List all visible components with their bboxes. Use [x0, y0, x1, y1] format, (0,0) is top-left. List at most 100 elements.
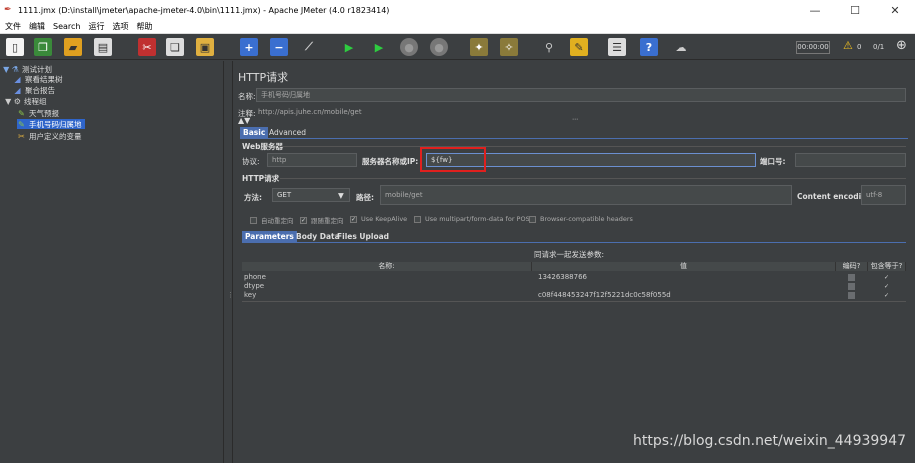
tab-files-upload[interactable]: Files Upload — [334, 231, 392, 242]
checkbox-label: 跟随重定向 — [311, 217, 344, 225]
clear-all-icon[interactable]: ✧ — [500, 38, 518, 56]
include-equals-check-icon[interactable]: ✓ — [883, 283, 890, 290]
collapse-arrow-icon[interactable]: ▲▼ — [238, 116, 250, 125]
copy-icon[interactable]: ❏ — [166, 38, 184, 56]
checkbox-box — [529, 215, 536, 223]
expand-icon[interactable]: + — [240, 38, 258, 56]
tab-parameters[interactable]: Parameters — [242, 231, 297, 242]
aggregate-report-icon: ◢ — [14, 85, 21, 95]
encode-checkbox[interactable] — [848, 274, 855, 281]
maximize-button[interactable]: ☐ — [835, 4, 875, 17]
tree-item-label: 手机号码归属地 — [29, 119, 82, 129]
menu-file[interactable]: 文件 — [5, 21, 21, 32]
server-label: 服务器名称或IP: — [362, 157, 419, 166]
log-viewer-icon[interactable]: ⊕ — [896, 38, 907, 53]
http-request-panel: HTTP请求 名称: 手机号码归属地 注释: http://apis.juhe.… — [234, 61, 915, 463]
tree-item-test-plan[interactable]: ▼ ⚗ 测试计划 — [3, 64, 52, 74]
tab-basic[interactable]: Basic — [240, 127, 269, 138]
tree-item-mobile-location[interactable]: ✎ 手机号码归属地 — [17, 119, 85, 129]
menu-run[interactable]: 运行 — [88, 21, 104, 32]
port-input[interactable] — [795, 153, 906, 167]
param-value[interactable]: c08f448453247f12f5221dc0c58f055d — [538, 291, 671, 300]
toolbar: ▯ ❐ ▰ ▤ ✂ ❏ ▣ + − ⟋ ▶ ▶ ● ● ✦ ✧ ⚲ ✎ ☰ ? … — [0, 34, 915, 60]
window-title: 1111.jmx (D:\install\jmeter\apache-jmete… — [18, 5, 390, 15]
tab-advanced[interactable]: Advanced — [266, 127, 309, 138]
protocol-label: 协议: — [242, 157, 260, 166]
path-label: 路径: — [356, 193, 374, 202]
follow-redirect-checkbox[interactable]: ✓ 跟随重定向 — [300, 215, 344, 225]
function-helper-icon[interactable]: ☰ — [608, 38, 626, 56]
toggle-icon[interactable]: ⟋ — [300, 38, 318, 56]
shutdown-icon[interactable]: ● — [430, 38, 448, 56]
save-icon[interactable]: ▤ — [94, 38, 112, 56]
split-pane-divider[interactable]: ⋮ — [224, 61, 234, 463]
browser-headers-checkbox[interactable]: Browser-compatible headers — [529, 215, 633, 223]
parameters-table: 名称: 值 编码? 包含等于? phone 13426388766 ✓ dtyp… — [242, 262, 906, 462]
menu-edit[interactable]: 编辑 — [29, 21, 45, 32]
remote-icon[interactable]: ☁ — [672, 38, 690, 56]
sampler-icon: ✎ — [18, 119, 25, 129]
close-button[interactable]: ✕ — [875, 4, 915, 17]
help-icon[interactable]: ? — [640, 38, 658, 56]
new-file-icon[interactable]: ▯ — [6, 38, 24, 56]
keepalive-checkbox[interactable]: ✓ Use KeepAlive — [350, 215, 407, 223]
test-plan-tree: ▼ ⚗ 测试计划 ◢ 察看结果树 ◢ 聚合报告 ▼ ⚙ 线程组 ✎ 天气预报 ✎ 手机号码归… — [0, 61, 224, 463]
multipart-checkbox[interactable]: Use multipart/form-data for POST — [414, 215, 534, 223]
variables-icon: ✂ — [18, 131, 25, 141]
templates-icon[interactable]: ❐ — [34, 38, 52, 56]
param-value[interactable]: 13426388766 — [538, 273, 587, 282]
auto-redirect-checkbox[interactable]: 自动重定向 — [250, 215, 294, 225]
name-input[interactable]: 手机号码归属地 — [256, 88, 906, 102]
col-encode[interactable]: 编码? — [836, 262, 868, 271]
window-titlebar: ✒ 1111.jmx (D:\install\jmeter\apache-jme… — [0, 0, 915, 20]
send-params-label: 同请求一起发送参数: — [534, 250, 605, 259]
tree-item-result-tree[interactable]: ◢ 察看结果树 — [13, 74, 62, 84]
drag-handle-icon[interactable]: ⋯ — [572, 116, 578, 123]
method-label: 方法: — [244, 193, 262, 202]
param-name[interactable]: key — [244, 291, 256, 300]
stop-icon[interactable]: ● — [400, 38, 418, 56]
encoding-input[interactable]: utf-8 — [861, 185, 906, 205]
col-include-equals[interactable]: 包含等于? — [868, 262, 906, 271]
col-name[interactable]: 名称: — [242, 262, 532, 271]
open-icon[interactable]: ▰ — [64, 38, 82, 56]
tree-item-aggregate-report[interactable]: ◢ 聚合报告 — [13, 85, 55, 95]
collapse-icon[interactable]: − — [270, 38, 288, 56]
active-threads: 0/1 — [873, 43, 885, 51]
menu-search[interactable]: Search — [53, 22, 80, 31]
tree-item-label: 天气预报 — [29, 108, 59, 118]
jmeter-feather-icon: ✒ — [4, 5, 12, 15]
path-input[interactable]: mobile/get — [380, 185, 792, 205]
tree-item-user-variables[interactable]: ✂ 用户定义的变量 — [17, 131, 81, 141]
chevron-down-icon[interactable]: ▼ — [338, 191, 344, 200]
encode-checkbox[interactable] — [848, 283, 855, 290]
start-icon[interactable]: ▶ — [340, 38, 358, 56]
minimize-button[interactable]: — — [795, 4, 835, 17]
encode-checkbox[interactable] — [848, 292, 855, 299]
result-tree-icon: ◢ — [14, 74, 21, 84]
elapsed-timer: 00:00:00 — [796, 41, 830, 54]
comment-input[interactable]: http://apis.juhe.cn/mobile/get — [258, 108, 362, 116]
checkbox-label: Use multipart/form-data for POST — [425, 215, 534, 223]
param-name[interactable]: phone — [244, 273, 266, 282]
tree-item-thread-group[interactable]: ▼ ⚙ 线程组 — [5, 96, 46, 106]
warning-icon[interactable]: ⚠ — [843, 39, 853, 52]
web-server-section: Web服务器 — [242, 142, 283, 151]
search-icon[interactable]: ⚲ — [540, 38, 558, 56]
tree-item-weather[interactable]: ✎ 天气预报 — [17, 108, 59, 118]
paste-icon[interactable]: ▣ — [196, 38, 214, 56]
protocol-input[interactable]: http — [267, 153, 357, 167]
clear-icon[interactable]: ✦ — [470, 38, 488, 56]
thread-group-icon: ▼ ⚙ — [5, 96, 21, 106]
start-no-pause-icon[interactable]: ▶ — [370, 38, 388, 56]
menu-options[interactable]: 选项 — [112, 21, 128, 32]
cut-icon[interactable]: ✂ — [138, 38, 156, 56]
reset-search-icon[interactable]: ✎ — [570, 38, 588, 56]
include-equals-check-icon[interactable]: ✓ — [883, 292, 890, 299]
param-name[interactable]: dtype — [244, 282, 264, 291]
checkbox-label: Browser-compatible headers — [540, 215, 633, 223]
include-equals-check-icon[interactable]: ✓ — [883, 274, 890, 281]
port-label: 端口号: — [760, 157, 786, 166]
menu-help[interactable]: 帮助 — [136, 21, 152, 32]
col-value[interactable]: 值 — [532, 262, 836, 271]
